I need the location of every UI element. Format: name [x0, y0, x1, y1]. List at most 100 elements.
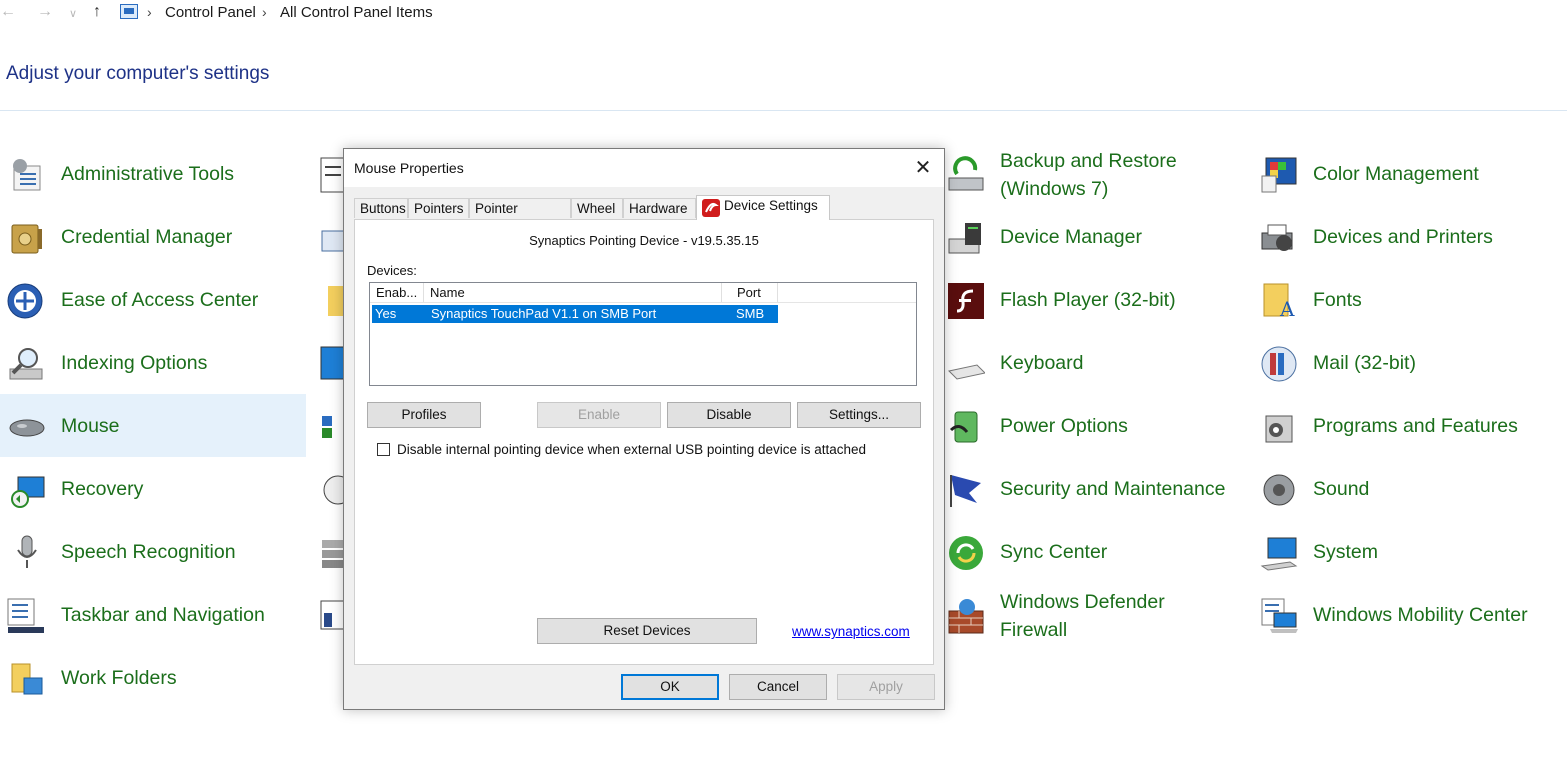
item-label: Sound	[1313, 478, 1370, 500]
credential-manager-icon	[11, 224, 42, 254]
partial-icon[interactable]	[320, 597, 344, 635]
ease-of-access-icon	[7, 283, 43, 319]
keyboard-icon	[947, 364, 985, 380]
item-fonts[interactable]: A Fonts	[1252, 269, 1562, 332]
partial-icon[interactable]	[320, 345, 344, 383]
tab-device-settings[interactable]: Device Settings	[696, 195, 830, 220]
item-label: Indexing Options	[61, 352, 208, 374]
cell-name: Synaptics TouchPad V1.1 on SMB Port	[431, 306, 657, 321]
item-device-manager[interactable]: Device Manager	[940, 206, 1250, 269]
item-mobility-center[interactable]: Windows Mobility Center	[1252, 584, 1562, 647]
tab-wheel[interactable]: Wheel	[571, 198, 623, 218]
item-defender-firewall[interactable]: Windows Defender Firewall	[940, 584, 1250, 647]
partial-icon[interactable]	[320, 156, 344, 194]
devices-list[interactable]: Enab... Name Port Yes Synaptics TouchPad…	[369, 282, 917, 386]
tab-buttons[interactable]: Buttons	[354, 198, 408, 218]
item-label: Devices and Printers	[1313, 226, 1493, 248]
item-recovery[interactable]: Recovery	[0, 458, 306, 521]
recovery-icon	[11, 476, 45, 508]
item-indexing-options[interactable]: Indexing Options	[0, 332, 306, 395]
ok-button[interactable]: OK	[621, 674, 719, 700]
breadcrumb-separator-icon[interactable]: ›	[147, 4, 152, 20]
item-label: Work Folders	[61, 667, 177, 689]
item-label-line2: Firewall	[1000, 619, 1068, 641]
item-sound[interactable]: Sound	[1252, 458, 1562, 521]
forward-arrow-icon[interactable]: →	[37, 3, 53, 21]
close-icon[interactable]: ✕	[909, 155, 937, 181]
cancel-button[interactable]: Cancel	[729, 674, 827, 700]
disable-internal-checkbox-label[interactable]: Disable internal pointing device when ex…	[397, 442, 866, 457]
control-panel-icon	[120, 4, 138, 19]
recent-locations-chevron-icon[interactable]: ∨	[69, 7, 77, 20]
item-color-management[interactable]: Color Management	[1252, 143, 1562, 206]
apply-button[interactable]: Apply	[837, 674, 935, 700]
dialog-title-bar[interactable]: Mouse Properties ✕	[344, 149, 944, 187]
item-speech-recognition[interactable]: Speech Recognition	[0, 521, 306, 584]
mouse-properties-dialog: Mouse Properties ✕ Buttons Pointers Poin…	[343, 148, 945, 710]
backup-restore-icon	[948, 156, 984, 191]
item-sync-center[interactable]: Sync Center	[940, 521, 1250, 584]
system-icon	[1260, 537, 1298, 571]
item-label: Flash Player (32-bit)	[1000, 289, 1176, 311]
up-arrow-icon[interactable]: ↑	[93, 3, 101, 21]
item-label: Backup and Restore	[1000, 150, 1177, 172]
item-label: Windows Mobility Center	[1313, 604, 1528, 626]
tab-pointers[interactable]: Pointers	[408, 198, 469, 218]
security-flag-icon	[950, 475, 981, 507]
item-security-maintenance[interactable]: Security and Maintenance	[940, 458, 1250, 521]
column-header-enabled[interactable]: Enab...	[370, 283, 424, 302]
item-backup-restore[interactable]: Backup and Restore (Windows 7)	[940, 143, 1250, 206]
partial-icon[interactable]	[320, 408, 344, 446]
tab-hardware[interactable]: Hardware	[623, 198, 696, 218]
item-flash-player[interactable]: Flash Player (32-bit)	[940, 269, 1250, 332]
partial-icon[interactable]	[320, 471, 344, 509]
item-label: Color Management	[1313, 163, 1479, 185]
item-label: Speech Recognition	[61, 541, 236, 563]
mobility-center-icon	[1261, 598, 1298, 633]
breadcrumb-all-items[interactable]: All Control Panel Items	[280, 4, 433, 21]
settings-button[interactable]: Settings...	[797, 402, 921, 428]
item-label: Credential Manager	[61, 226, 233, 248]
column-header-port[interactable]: Port	[722, 283, 778, 302]
disable-button[interactable]: Disable	[667, 402, 791, 428]
item-work-folders[interactable]: Work Folders	[0, 647, 306, 710]
profiles-button[interactable]: Profiles	[367, 402, 481, 428]
partial-icon[interactable]	[326, 282, 344, 320]
microphone-icon	[17, 535, 37, 568]
item-system[interactable]: System	[1252, 521, 1562, 584]
item-taskbar-navigation[interactable]: Taskbar and Navigation	[0, 584, 306, 647]
indexing-options-icon	[9, 348, 43, 380]
dialog-title: Mouse Properties	[354, 160, 464, 176]
item-administrative-tools[interactable]: Administrative Tools	[0, 143, 306, 206]
item-mouse[interactable]: Mouse	[0, 394, 306, 457]
partial-icon[interactable]	[320, 219, 344, 257]
device-title: Synaptics Pointing Device - v19.5.35.15	[529, 233, 759, 248]
item-mail[interactable]: Mail (32-bit)	[1252, 332, 1562, 395]
power-options-icon	[949, 411, 978, 443]
sound-icon	[1263, 474, 1295, 506]
column-header-name[interactable]: Name	[424, 283, 722, 302]
item-ease-of-access[interactable]: Ease of Access Center	[0, 269, 306, 332]
enable-button[interactable]: Enable	[537, 402, 661, 428]
tab-label: Device Settings	[724, 198, 818, 213]
back-arrow-icon[interactable]: ←	[0, 3, 16, 21]
admin-tools-icon	[13, 159, 41, 191]
reset-devices-button[interactable]: Reset Devices	[537, 618, 757, 644]
item-keyboard[interactable]: Keyboard	[940, 332, 1250, 395]
item-credential-manager[interactable]: Credential Manager	[0, 206, 306, 269]
breadcrumb-control-panel[interactable]: Control Panel	[165, 4, 256, 21]
synaptics-link[interactable]: www.synaptics.com	[792, 624, 910, 639]
item-devices-printers[interactable]: Devices and Printers	[1252, 206, 1562, 269]
device-manager-icon	[948, 223, 981, 254]
disable-internal-checkbox[interactable]	[377, 443, 390, 456]
partial-icon[interactable]	[320, 534, 344, 572]
tab-pointer-options[interactable]: Pointer Options	[469, 198, 571, 236]
svg-text:A: A	[1279, 297, 1295, 320]
item-label: Administrative Tools	[61, 163, 235, 185]
item-programs-features[interactable]: Programs and Features	[1252, 395, 1562, 458]
item-label: Programs and Features	[1313, 415, 1518, 437]
item-power-options[interactable]: Power Options	[940, 395, 1250, 458]
work-folders-icon	[11, 663, 43, 695]
breadcrumb-separator-icon[interactable]: ›	[262, 4, 267, 20]
mail-icon	[1261, 346, 1297, 382]
